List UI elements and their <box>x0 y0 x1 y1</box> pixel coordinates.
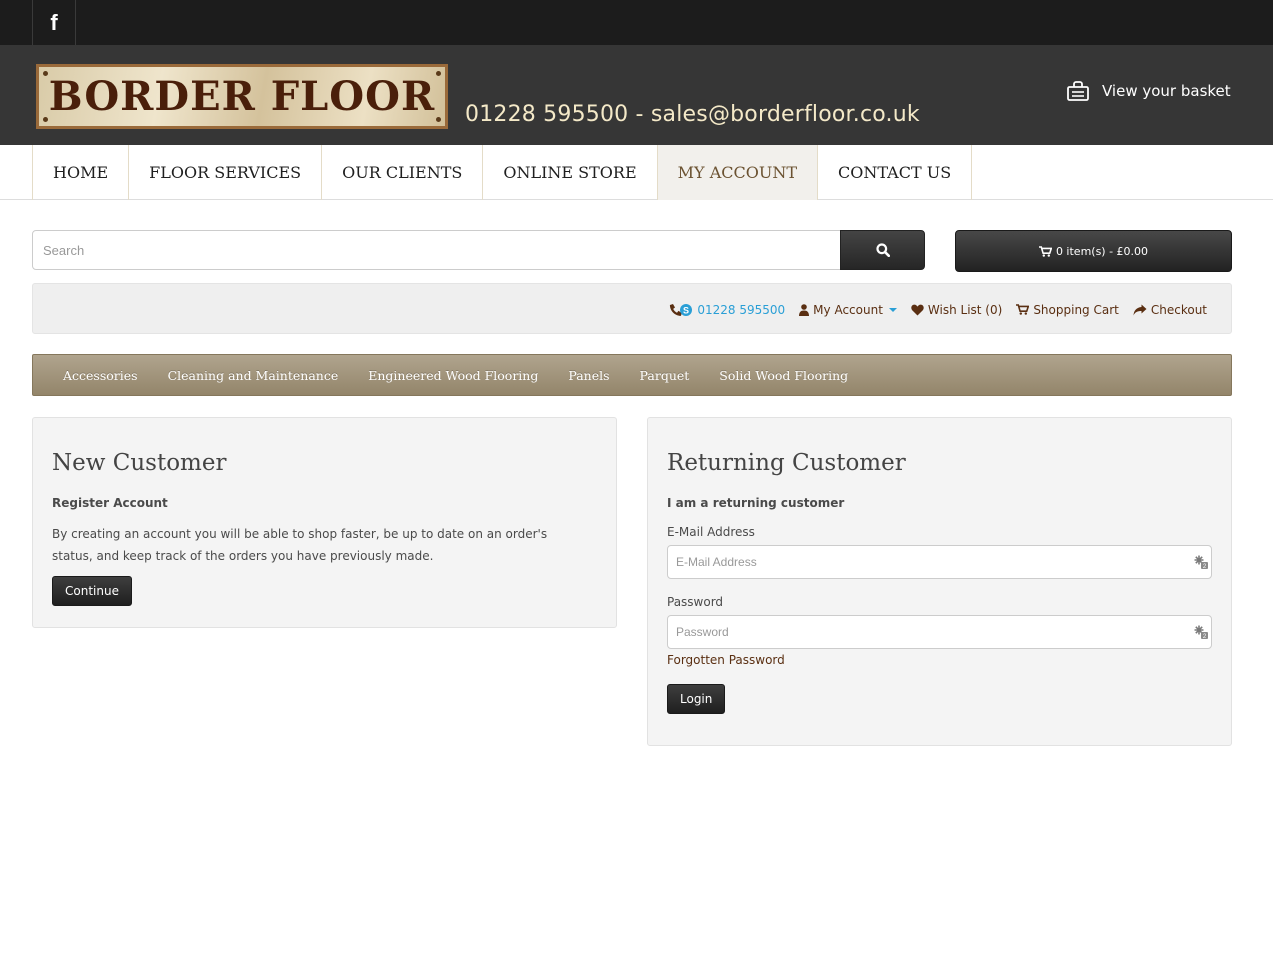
email-field-wrapper: 2 <box>667 545 1212 579</box>
category-cleaning-maintenance[interactable]: Cleaning and Maintenance <box>153 368 354 383</box>
checkout-link[interactable]: Checkout <box>1133 303 1207 317</box>
register-description: By creating an account you will be able … <box>52 527 548 563</box>
login-button[interactable]: Login <box>667 684 726 714</box>
top-links-bar: S 01228 595500 My Account Wish List (0) <box>32 283 1232 334</box>
phone-skype-icon: S <box>670 303 693 316</box>
nav-my-account[interactable]: MY ACCOUNT <box>657 145 818 200</box>
nav-floor-services[interactable]: FLOOR SERVICES <box>129 145 323 200</box>
continue-button[interactable]: Continue <box>52 576 132 606</box>
facebook-icon[interactable]: f <box>32 0 76 45</box>
nav-home[interactable]: HOME <box>33 145 130 200</box>
cart-icon <box>1038 245 1052 257</box>
nav-our-clients[interactable]: OUR CLIENTS <box>322 145 484 200</box>
category-accessories[interactable]: Accessories <box>48 368 153 383</box>
main-nav: HOME FLOOR SERVICES OUR CLIENTS ONLINE S… <box>0 145 1273 200</box>
shopping-cart-link[interactable]: Shopping Cart <box>1016 303 1119 317</box>
nav-online-store[interactable]: ONLINE STORE <box>483 145 658 200</box>
category-parquet[interactable]: Parquet <box>625 368 705 383</box>
cart-summary-label: 0 item(s) - £0.00 <box>1055 244 1149 258</box>
password-label: Password <box>667 595 724 609</box>
category-menu: Accessories Cleaning and Maintenance Eng… <box>32 354 1232 396</box>
password-field[interactable] <box>668 616 1211 648</box>
share-arrow-icon <box>1133 304 1147 315</box>
wish-list-link[interactable]: Wish List (0) <box>911 303 1002 317</box>
cart-summary-button[interactable]: 0 item(s) - £0.00 <box>955 230 1232 272</box>
category-solid-wood[interactable]: Solid Wood Flooring <box>704 368 863 383</box>
email-label: E-Mail Address <box>667 525 755 539</box>
email-field[interactable] <box>668 546 1211 578</box>
wish-list-label: Wish List (0) <box>927 302 1003 317</box>
shopping-cart-label: Shopping Cart <box>1033 302 1119 317</box>
logo-text: BORDER FLOOR <box>48 73 436 120</box>
returning-customer-title: Returning Customer <box>667 450 906 476</box>
category-panels[interactable]: Panels <box>553 368 624 383</box>
phone-number: 01228 595500 <box>697 302 786 317</box>
cart-icon <box>1016 304 1030 315</box>
svg-text:S: S <box>683 305 689 315</box>
nav-contact-us[interactable]: CONTACT US <box>818 145 973 200</box>
basket-icon <box>1067 81 1089 101</box>
new-customer-panel: New Customer Register Account By creatin… <box>32 417 617 628</box>
chevron-down-icon <box>888 307 897 312</box>
search-input[interactable] <box>32 230 841 270</box>
search-button[interactable] <box>840 230 925 270</box>
phone-link[interactable]: S 01228 595500 <box>668 303 785 317</box>
logo[interactable]: BORDER FLOOR <box>36 64 448 129</box>
site-header: BORDER FLOOR 01228 595500 - sales@border… <box>0 45 1273 145</box>
view-basket-label: View your basket <box>1102 82 1231 100</box>
forgotten-password-link[interactable]: Forgotten Password <box>667 653 1212 667</box>
view-basket-link[interactable]: View your basket <box>1067 81 1231 101</box>
header-contact: 01228 595500 - sales@borderfloor.co.uk <box>465 102 920 127</box>
category-engineered-wood[interactable]: Engineered Wood Flooring <box>353 368 553 383</box>
new-customer-title: New Customer <box>52 450 227 476</box>
heart-icon <box>911 304 924 315</box>
my-account-dropdown[interactable]: My Account <box>799 303 897 317</box>
returning-customer-panel: Returning Customer I am a returning cust… <box>647 417 1232 746</box>
top-social-bar: f <box>0 0 1273 45</box>
password-manager-icon[interactable]: 2 <box>1194 625 1208 639</box>
my-account-label: My Account <box>813 302 883 317</box>
checkout-label: Checkout <box>1150 302 1207 317</box>
search-icon <box>875 243 890 257</box>
password-manager-icon[interactable]: 2 <box>1194 555 1208 569</box>
register-account-heading: Register Account <box>52 496 168 510</box>
returning-customer-heading: I am a returning customer <box>667 496 845 510</box>
password-field-wrapper: 2 <box>667 615 1212 649</box>
user-icon <box>799 303 810 316</box>
